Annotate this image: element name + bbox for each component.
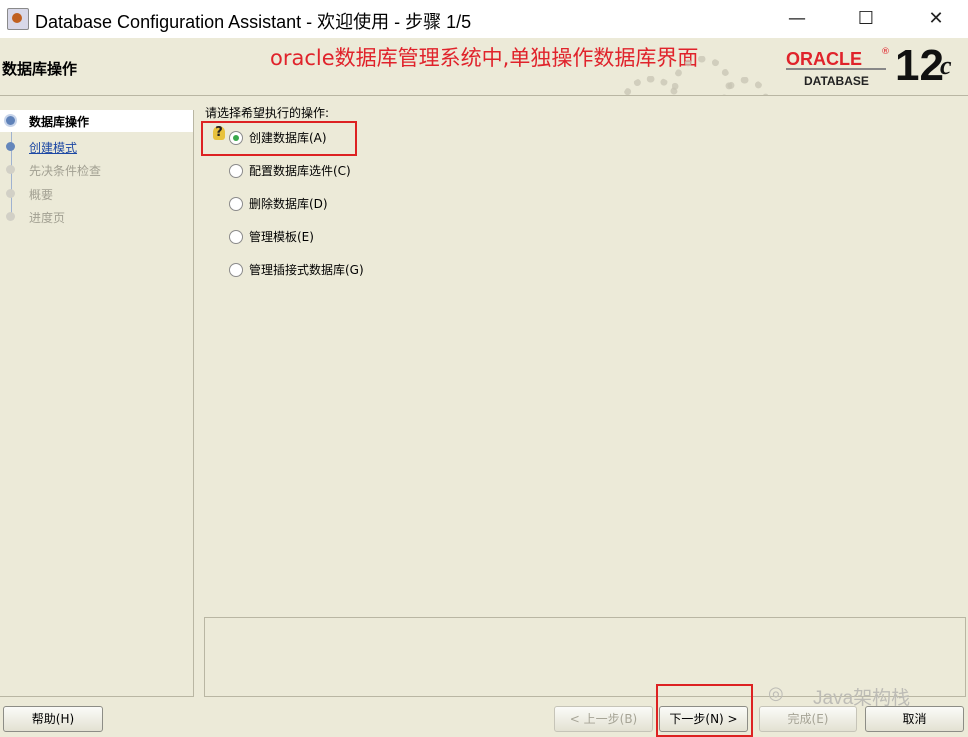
java-app-icon — [7, 8, 29, 30]
step-icon — [6, 142, 15, 151]
minimize-button[interactable]: — — [775, 4, 819, 34]
page-title: 数据库操作 — [2, 60, 78, 78]
maximize-button[interactable]: ☐ — [844, 4, 888, 34]
radio-button[interactable] — [229, 197, 243, 211]
finish-button[interactable]: 完成(E) — [759, 706, 857, 732]
operation-question: 请选择希望执行的操作: — [205, 106, 330, 120]
option-label[interactable]: 配置数据库选件(C) — [249, 162, 351, 179]
sidebar-step-progress: 进度页 — [0, 206, 193, 228]
step-icon — [6, 165, 15, 174]
help-button[interactable]: 帮助(H) — [3, 706, 103, 732]
sidebar-step-database-operation[interactable]: 数据库操作 — [0, 110, 193, 132]
step-active-icon — [6, 116, 15, 125]
step-label: 创建模式 — [29, 141, 78, 155]
step-icon — [6, 189, 15, 198]
close-button[interactable]: ✕ — [914, 4, 958, 34]
sidebar-step-create-mode[interactable]: 创建模式 — [0, 136, 193, 158]
step-label: 概要 — [29, 188, 54, 202]
version-suffix: c — [940, 51, 952, 80]
radio-button[interactable] — [229, 230, 243, 244]
step-label: 进度页 — [29, 211, 66, 225]
sidebar-step-summary: 概要 — [0, 183, 193, 205]
radio-button[interactable] — [229, 164, 243, 178]
cancel-button[interactable]: 取消 — [865, 706, 964, 732]
wechat-icon: ◎ — [768, 683, 784, 704]
registered-mark: ® — [881, 47, 890, 57]
version-number: 12 — [895, 41, 944, 90]
logo-rule — [786, 68, 886, 70]
back-button[interactable]: < 上一步(B) — [554, 706, 653, 732]
title-bar: Database Configuration Assistant - 欢迎使用 … — [0, 0, 968, 38]
step-icon — [6, 212, 15, 221]
option-label[interactable]: 管理插接式数据库(G) — [249, 261, 364, 278]
oracle-brand-text: ORACLE — [786, 49, 862, 69]
window-title: Database Configuration Assistant - 欢迎使用 … — [35, 12, 472, 32]
step-label: 数据库操作 — [29, 115, 90, 129]
option-label[interactable]: 创建数据库(A) — [249, 129, 327, 146]
radio-button[interactable] — [229, 131, 243, 145]
radio-button[interactable] — [229, 263, 243, 277]
sidebar-step-prerequisite-check: 先决条件检查 — [0, 159, 193, 181]
step-label: 先决条件检查 — [29, 164, 102, 178]
option-label[interactable]: 管理模板(E) — [249, 228, 314, 245]
database-text: DATABASE — [804, 74, 869, 88]
red-highlight-box — [656, 684, 753, 737]
option-label[interactable]: 删除数据库(D) — [249, 195, 328, 212]
wizard-header: 数据库操作 oracle数据库管理系统中,单独操作数据库界面 ORACLE ® … — [0, 38, 968, 96]
red-annotation-text: oracle数据库管理系统中,单独操作数据库界面 — [270, 46, 699, 70]
